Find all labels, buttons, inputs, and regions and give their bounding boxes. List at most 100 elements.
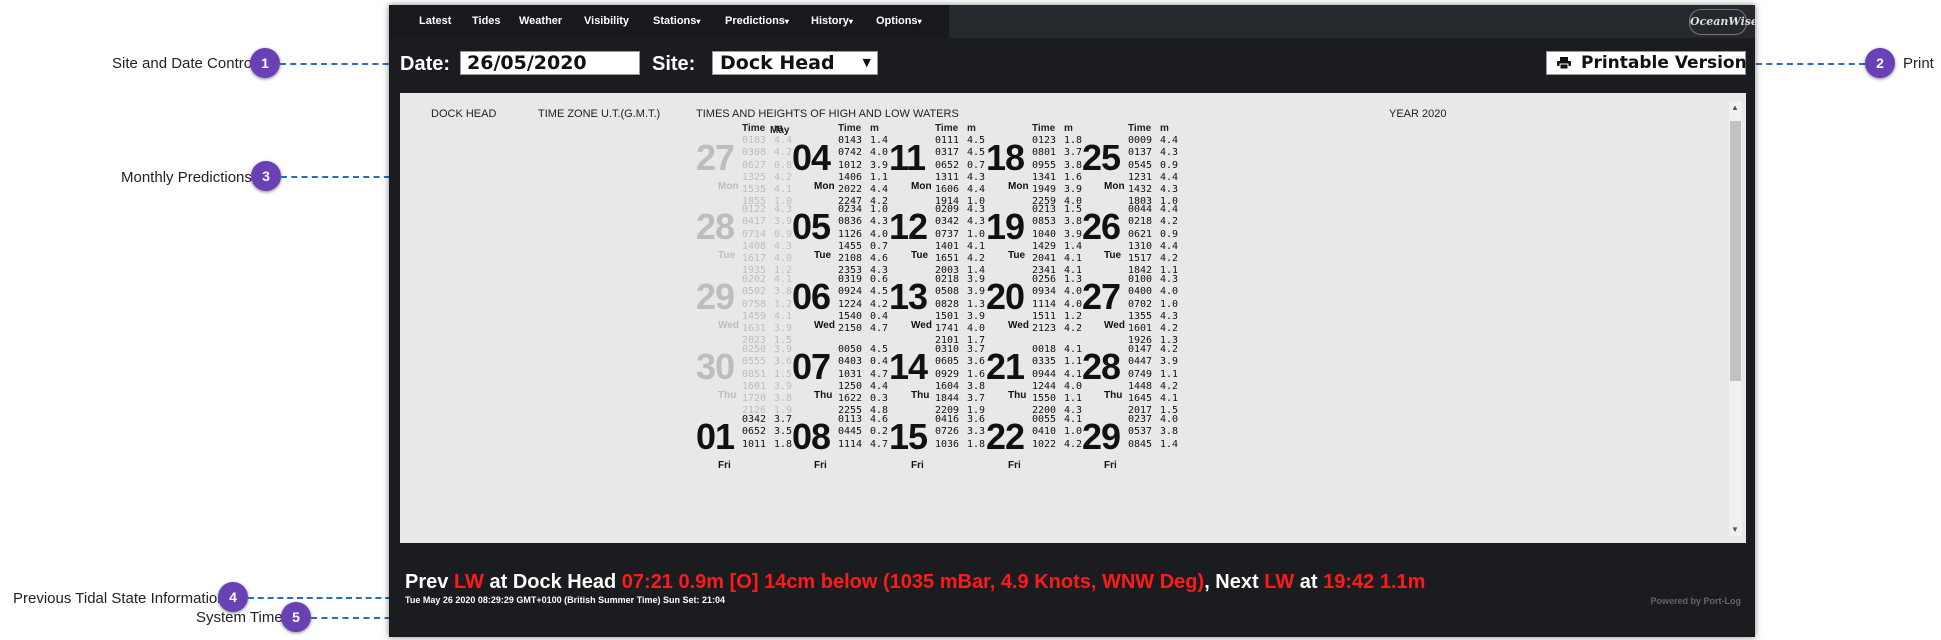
printer-icon: [1557, 57, 1571, 69]
callout-line-5: [311, 617, 401, 619]
tide-heights: 3.9 3.9 1.3 3.9 4.0 1.7: [967, 274, 985, 348]
tide-height: 4.4: [870, 380, 889, 392]
nav-latest[interactable]: Latest: [419, 15, 451, 27]
tide-height: 0.2: [870, 426, 889, 438]
tide-times: 0113 0445 1114: [838, 414, 862, 451]
callout-label-system-time: System Time: [196, 609, 283, 626]
tide-time: 2041: [1032, 253, 1057, 265]
tide-time: 1040: [1032, 228, 1057, 240]
site-label: Site:: [652, 53, 696, 75]
day-name: Wed: [1008, 320, 1029, 331]
tide-time: 0621: [1128, 228, 1153, 240]
callout-label-print: Print: [1903, 55, 1934, 72]
scroll-up-icon[interactable]: ▲: [1731, 103, 1739, 112]
tide-time: 0209: [935, 204, 960, 215]
date-input[interactable]: 26/05/2020: [460, 51, 640, 75]
tide-time: 0801: [1032, 147, 1057, 159]
day-name: Thu: [814, 390, 833, 401]
tide-height: 4.3: [1160, 184, 1179, 196]
site-select[interactable]: Dock Head ▼: [712, 51, 878, 75]
day-name: Thu: [1008, 390, 1027, 401]
tide-time: 0055: [1032, 414, 1057, 425]
tide-height: 1.2: [1064, 310, 1083, 322]
tide-height: 4.1: [1064, 414, 1083, 425]
tide-time: 0758: [742, 298, 767, 310]
tide-heights: 4.1 1.1 4.1 4.0 1.1 4.3: [1064, 344, 1082, 418]
tide-times: 0123 0801 0955 1341 1949 2259: [1032, 135, 1056, 209]
tide-height: 3.6: [967, 356, 986, 368]
tide-height: 1.0: [870, 204, 889, 215]
col-head-m: m: [967, 123, 976, 134]
tide-height: 3.7: [774, 414, 793, 425]
tide-time: 1459: [742, 310, 767, 322]
tide-height: 4.4: [774, 135, 793, 146]
tide-time: 0103: [742, 135, 767, 146]
tide-time: 1011: [742, 438, 767, 450]
nav-weather[interactable]: Weather: [519, 15, 562, 27]
chevron-down-icon: ▾: [696, 17, 701, 26]
site-select-value: Dock Head: [720, 52, 835, 74]
tide-height: 1.1: [870, 171, 889, 183]
nav-menu: Latest Tides Weather Visibility Stations…: [389, 5, 949, 38]
tide-times: 0319 0924 1224 1540 2150: [838, 274, 862, 335]
status-next-detail: 19:42 1.1m: [1323, 571, 1426, 593]
day-number: 21: [986, 346, 1025, 387]
tide-height: 4.3: [774, 240, 793, 252]
callout-label-prev-tidal: Previous Tidal State Information: [13, 590, 226, 607]
tide-times: 0055 0410 1022: [1032, 414, 1056, 451]
tide-height: 3.9: [967, 310, 986, 322]
tide-height: 0.9: [1160, 228, 1179, 240]
tide-time: 0726: [935, 426, 960, 438]
tide-height: 1.5: [774, 368, 793, 380]
day-number: 29: [696, 276, 735, 317]
tide-time: 0137: [1128, 147, 1153, 159]
day-name: Fri: [1104, 460, 1117, 471]
tide-time: 0009: [1128, 135, 1153, 146]
tide-height: 4.1: [774, 274, 793, 285]
nav-history[interactable]: History▾: [811, 15, 853, 27]
tide-time: 0502: [742, 286, 767, 298]
tide-height: 4.2: [1064, 323, 1083, 335]
tide-height: 3.5: [774, 426, 793, 438]
day-name: Mon: [814, 181, 835, 192]
tide-times: 0213 0853 1040 1429 2041 2341: [1032, 204, 1056, 278]
tide-time: 1535: [742, 184, 767, 196]
nav-visibility[interactable]: Visibility: [584, 15, 629, 27]
tide-height: 1.2: [774, 298, 793, 310]
tide-time: 2108: [838, 253, 863, 265]
printable-version-button[interactable]: Printable Version: [1546, 51, 1747, 75]
tide-time: 0250: [742, 344, 767, 355]
system-time: Tue May 26 2020 08:29:29 GMT+0100 (Briti…: [405, 595, 726, 605]
nav-tides[interactable]: Tides: [472, 15, 501, 27]
callout-badge-4: 4: [218, 582, 248, 612]
tide-time: 0317: [935, 147, 960, 159]
tide-time: 0652: [935, 159, 960, 171]
tide-time: 0342: [935, 216, 960, 228]
tide-time: 0410: [1032, 426, 1057, 438]
tide-heights: 4.4 4.2 0.8 4.2 4.1 1.0: [774, 135, 792, 209]
status-at: at: [1299, 571, 1318, 593]
tide-time: 0342: [742, 414, 767, 425]
monthly-predictions-panel[interactable]: DOCK HEAD TIME ZONE U.T.(G.M.T.) TIMES A…: [400, 93, 1746, 543]
day-name: Wed: [814, 320, 835, 331]
tide-height: 3.9: [1160, 356, 1179, 368]
tide-time: 0845: [1128, 438, 1153, 450]
tide-time: 0050: [838, 344, 863, 355]
tide-time: 0851: [742, 368, 767, 380]
scroll-thumb[interactable]: [1730, 121, 1741, 381]
tide-time: 2123: [1032, 323, 1057, 335]
callout-badge-5: 5: [281, 602, 311, 632]
status-next-state: LW: [1264, 571, 1295, 593]
tide-time: 1448: [1128, 380, 1153, 392]
scroll-down-icon[interactable]: ▼: [1731, 525, 1739, 534]
tide-height: 4.7: [870, 438, 889, 450]
vertical-scrollbar[interactable]: ▲ ▼: [1729, 101, 1742, 536]
tide-heights: 4.5 4.5 0.7 4.3 4.4 1.0: [967, 135, 985, 209]
nav-stations[interactable]: Stations▾: [653, 15, 700, 27]
tide-times: 0209 0342 0737 1401 1651 2003: [935, 204, 959, 278]
tide-times: 0202 0502 0758 1459 1631 2023: [742, 274, 766, 348]
nav-options-label: Options: [876, 15, 918, 27]
nav-predictions[interactable]: Predictions▾: [725, 15, 789, 27]
tide-height: 0.7: [967, 159, 986, 171]
nav-options[interactable]: Options▾: [876, 15, 922, 27]
